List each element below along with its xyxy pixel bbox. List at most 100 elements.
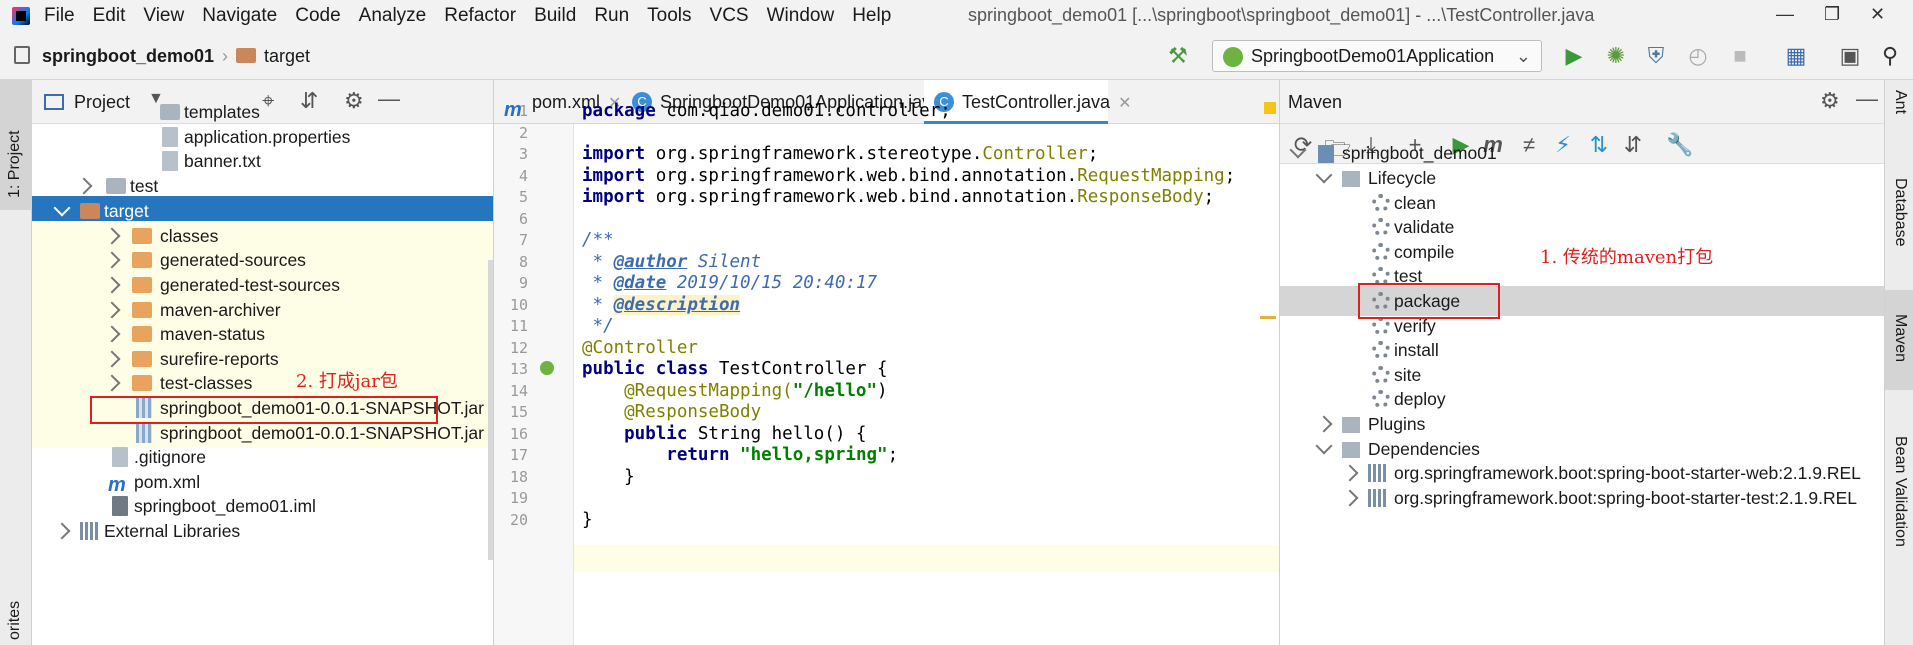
expand-arrow-icon[interactable] bbox=[103, 374, 121, 392]
menu-tools[interactable]: Tools bbox=[647, 5, 691, 27]
menu-help[interactable]: Help bbox=[852, 5, 891, 27]
navigation-bar: springboot_demo01 › target ⚒ SpringbootD… bbox=[0, 32, 1913, 80]
expand-arrow-icon[interactable] bbox=[53, 522, 71, 540]
plugins-folder-icon bbox=[1342, 417, 1360, 433]
debug-icon[interactable]: ✺ bbox=[1602, 42, 1630, 70]
run-icon[interactable]: ▶ bbox=[1560, 42, 1588, 70]
expand-arrow-icon[interactable] bbox=[103, 325, 121, 343]
line-number: 20 bbox=[509, 511, 528, 529]
gear-icon bbox=[1372, 317, 1390, 335]
coverage-icon[interactable]: ⛨ bbox=[1642, 42, 1670, 70]
gear-icon bbox=[1372, 341, 1390, 359]
gear-icon bbox=[1372, 390, 1390, 408]
expand-arrow-icon[interactable] bbox=[103, 350, 121, 368]
expand-arrow-icon[interactable] bbox=[103, 301, 121, 319]
database-tool-tab[interactable]: Database bbox=[1891, 178, 1909, 247]
text-file-icon bbox=[112, 447, 128, 467]
tab-test-controller[interactable]: C TestController.java ✕ bbox=[924, 80, 1131, 124]
current-line-highlight bbox=[494, 545, 1279, 572]
collapse-arrow-icon[interactable] bbox=[1289, 141, 1307, 159]
build-hammer-icon[interactable]: ⚒ bbox=[1164, 42, 1192, 70]
menu-edit[interactable]: Edit bbox=[93, 5, 126, 27]
folder-icon bbox=[80, 203, 100, 219]
maximize-icon[interactable]: ❐ bbox=[1824, 4, 1840, 25]
line-number: 5 bbox=[518, 188, 528, 206]
class-icon: C bbox=[632, 92, 652, 112]
project-tool-window: Project ▼ ⌖ ⇵ ⚙ — templates application.… bbox=[32, 80, 494, 645]
line-number: 9 bbox=[518, 274, 528, 292]
stop-icon[interactable]: ■ bbox=[1726, 42, 1754, 70]
window-title: springboot_demo01 [...\springboot\spring… bbox=[968, 5, 1595, 25]
right-tool-stripe: Ant Database Maven Bean Validation bbox=[1884, 80, 1913, 645]
menu-window[interactable]: Window bbox=[767, 5, 835, 27]
jar-highlight-box bbox=[90, 396, 438, 424]
line-number: 8 bbox=[518, 253, 528, 271]
terminal-icon[interactable]: ▣ bbox=[1836, 42, 1864, 70]
expand-arrow-icon[interactable] bbox=[103, 276, 121, 294]
maven-dependency-test[interactable]: org.springframework.boot:spring-boot-sta… bbox=[1280, 483, 1884, 513]
module-icon bbox=[14, 46, 30, 64]
menu-view[interactable]: View bbox=[143, 5, 184, 27]
collapse-arrow-icon[interactable] bbox=[1315, 166, 1333, 184]
run-configuration-dropdown[interactable]: SpringbootDemo01Application ⌄ bbox=[1212, 40, 1542, 72]
tree-item-label: External Libraries bbox=[104, 521, 241, 541]
menu-vcs[interactable]: VCS bbox=[710, 5, 749, 27]
menu-analyze[interactable]: Analyze bbox=[359, 5, 427, 27]
expand-arrow-icon[interactable] bbox=[1315, 415, 1333, 433]
favorites-tool-tab[interactable]: orites bbox=[6, 601, 24, 640]
tab-label: SpringbootDemo01Application.java bbox=[660, 92, 942, 112]
library-icon bbox=[1368, 489, 1386, 507]
project-structure-icon[interactable]: ▦ bbox=[1782, 42, 1810, 70]
tree-item-label: org.springframework.boot:spring-boot-sta… bbox=[1394, 488, 1857, 508]
folder-icon bbox=[132, 302, 152, 318]
project-tool-tab[interactable]: 1: Project bbox=[0, 80, 32, 210]
code-editor: m pom.xml ✕ C SpringbootDemo01Application… bbox=[494, 80, 1280, 645]
menu-code[interactable]: Code bbox=[295, 5, 340, 27]
bean-validation-tool-tab[interactable]: Bean Validation bbox=[1891, 436, 1909, 547]
tab-label: pom.xml bbox=[532, 92, 601, 112]
spring-boot-icon bbox=[1223, 47, 1243, 67]
line-number: 3 bbox=[518, 145, 528, 163]
jar-annotation: 2. 打成jar包 bbox=[296, 371, 398, 392]
line-number: 4 bbox=[518, 167, 528, 185]
tab-springboot-application[interactable]: C SpringbootDemo01Application.java✕ bbox=[622, 80, 963, 124]
intellij-logo-icon bbox=[12, 7, 30, 25]
line-number: 16 bbox=[509, 425, 528, 443]
folder-icon bbox=[160, 104, 180, 120]
run-configuration-label: SpringbootDemo01Application bbox=[1251, 46, 1495, 66]
collapse-arrow-icon[interactable] bbox=[1315, 437, 1333, 455]
close-tab-icon[interactable]: ✕ bbox=[1118, 95, 1131, 112]
tab-label: TestController.java bbox=[962, 92, 1111, 112]
line-number: 13 bbox=[509, 360, 528, 378]
tree-item-external-libraries[interactable]: External Libraries bbox=[32, 516, 493, 546]
gear-icon bbox=[1372, 218, 1390, 236]
expand-arrow-icon[interactable] bbox=[103, 251, 121, 269]
menu-navigate[interactable]: Navigate bbox=[202, 5, 277, 27]
collapse-arrow-icon[interactable] bbox=[53, 199, 71, 217]
hide-panel-icon[interactable]: — bbox=[1856, 86, 1878, 112]
minimize-icon[interactable]: — bbox=[1776, 4, 1794, 25]
breadcrumb-project[interactable]: springboot_demo01 bbox=[42, 46, 214, 67]
spring-bean-gutter-icon[interactable] bbox=[540, 361, 554, 375]
gear-icon[interactable]: ⚙ bbox=[1820, 88, 1840, 114]
maven-tool-tab[interactable]: Maven bbox=[1885, 290, 1913, 390]
expand-arrow-icon[interactable] bbox=[1341, 489, 1359, 507]
menu-file[interactable]: File bbox=[44, 5, 75, 27]
expand-arrow-icon[interactable] bbox=[103, 227, 121, 245]
folder-icon bbox=[132, 351, 152, 367]
close-icon[interactable]: ✕ bbox=[1870, 4, 1885, 25]
profile-icon[interactable]: ◴ bbox=[1684, 42, 1712, 70]
folder-icon bbox=[132, 277, 152, 293]
expand-arrow-icon[interactable] bbox=[1341, 464, 1359, 482]
search-icon[interactable]: ⚲ bbox=[1876, 42, 1904, 70]
menu-run[interactable]: Run bbox=[594, 5, 629, 27]
close-tab-icon[interactable]: ✕ bbox=[608, 95, 621, 112]
class-icon: C bbox=[934, 92, 954, 112]
breadcrumb-target[interactable]: target bbox=[264, 46, 310, 67]
module-file-icon bbox=[112, 496, 128, 516]
menu-build[interactable]: Build bbox=[534, 5, 576, 27]
maven-panel-header: Maven ⚙ — bbox=[1280, 80, 1884, 124]
menu-refactor[interactable]: Refactor bbox=[444, 5, 516, 27]
expand-arrow-icon[interactable] bbox=[75, 177, 93, 195]
ant-tool-tab[interactable]: Ant bbox=[1891, 90, 1909, 114]
